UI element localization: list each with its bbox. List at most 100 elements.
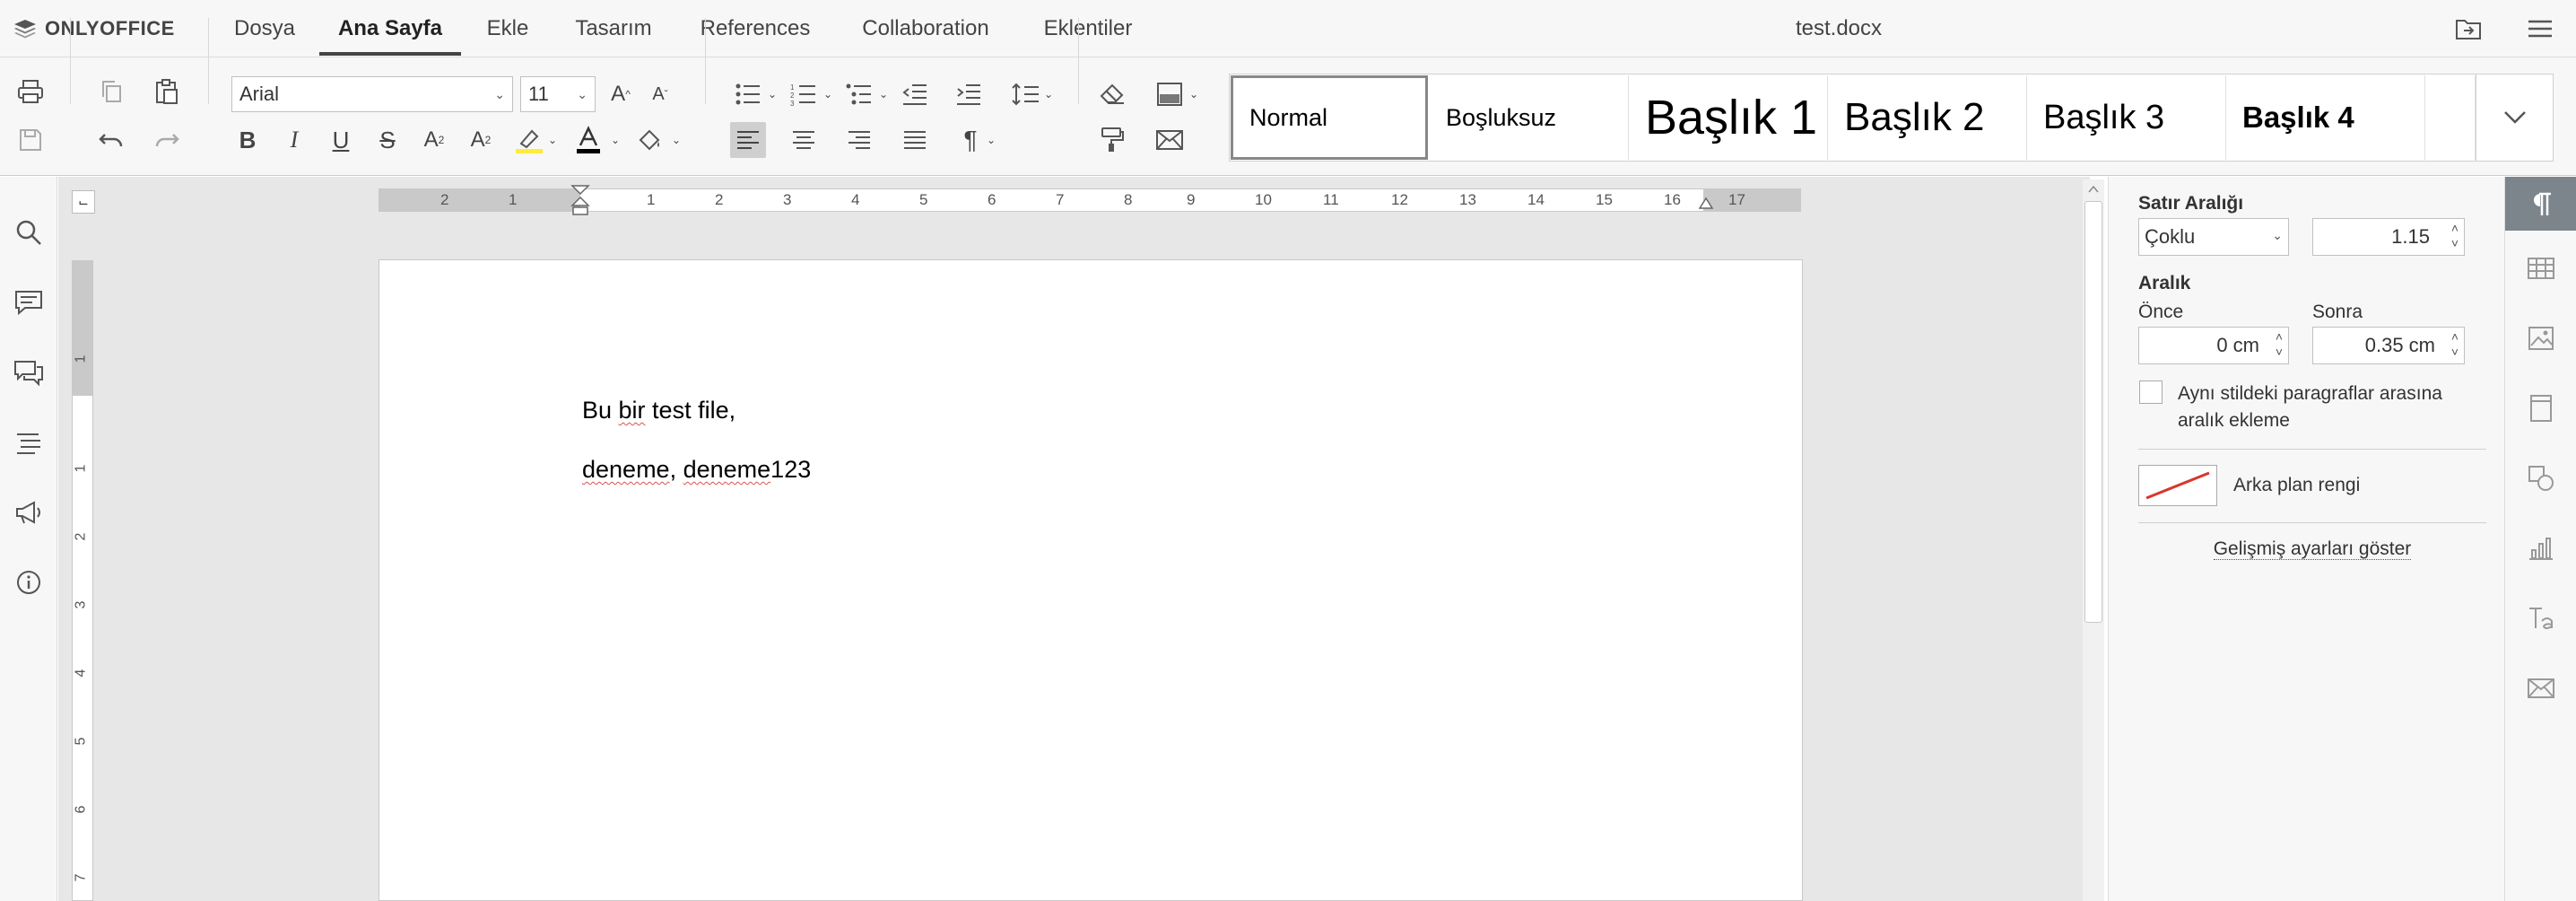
document-page[interactable]: Bu bir test file, deneme, deneme123 [379,259,1803,901]
paste-icon[interactable] [149,74,185,109]
paragraph-settings-icon[interactable] [2505,177,2576,231]
tab-collaboration[interactable]: Collaboration [849,0,1003,56]
shading-table-icon[interactable] [1152,76,1188,112]
bullet-list-icon[interactable] [730,76,766,112]
tab-eklentiler[interactable]: Eklentiler [1030,0,1146,56]
font-name-select[interactable]: Arial ⌄ [231,76,513,112]
background-color-picker[interactable] [2138,465,2217,506]
feedback-megaphone-icon[interactable] [9,493,48,532]
style-heading-2[interactable]: Başlık 2 [1828,75,2027,160]
vertical-ruler[interactable]: 1 1 2 3 4 5 6 7 [72,260,93,901]
header-footer-settings-icon[interactable] [2505,381,2576,435]
style-heading-3[interactable]: Başlık 3 [2027,75,2226,160]
same-style-spacing-checkbox[interactable] [2139,381,2163,404]
undo-icon[interactable] [93,122,129,158]
highlight-color-icon[interactable] [511,122,547,158]
ruler-label: 7 [1056,191,1065,208]
style-empty-slot[interactable] [2425,75,2476,160]
align-center-icon[interactable] [786,122,822,158]
line-spacing-icon[interactable] [1008,76,1044,112]
style-heading-4[interactable]: Başlık 4 [2226,75,2425,160]
style-normal[interactable]: Normal [1231,75,1428,160]
chevron-down-icon[interactable]: ⌄ [667,122,685,158]
tab-dosya[interactable]: Dosya [215,0,314,56]
redo-icon[interactable] [149,122,185,158]
table-settings-icon[interactable] [2505,241,2576,295]
line-spacing-mode-select[interactable]: Çoklu ⌄ [2138,218,2289,256]
style-heading-1[interactable]: Başlık 1 [1629,75,1828,160]
chevron-down-icon[interactable]: ⌄ [544,122,561,158]
font-color-icon[interactable] [570,122,606,158]
underline-icon[interactable]: U [323,122,359,158]
navigation-headings-icon[interactable] [9,423,48,462]
open-file-location-icon[interactable] [2452,13,2485,45]
italic-icon[interactable]: I [276,122,312,158]
spinner-arrows-icon[interactable]: ˄ ˅ [2451,221,2459,251]
indent-marker-icon[interactable] [570,184,591,220]
style-no-spacing[interactable]: Boşluksuz [1430,75,1629,160]
chart-settings-icon[interactable] [2505,521,2576,575]
chevron-down-icon[interactable]: ⌄ [820,76,836,112]
advanced-settings-link[interactable]: Gelişmiş ayarları göster [2138,538,2486,560]
misspelled-word[interactable]: deneme [683,456,771,483]
document-paragraph-1[interactable]: Bu bir test file, [582,397,735,424]
align-left-icon[interactable] [730,122,766,158]
decrease-font-size-icon[interactable]: Aˇ [642,76,678,112]
increase-indent-icon[interactable] [951,76,987,112]
bold-icon[interactable]: B [230,122,265,158]
tab-ekle[interactable]: Ekle [470,0,545,56]
mail-merge-icon[interactable] [1152,122,1188,158]
spacing-after-input[interactable]: 0.35 cm ˄ ˅ [2312,327,2465,364]
horizontal-ruler[interactable]: 2 1 1 2 3 4 5 6 7 8 9 10 11 12 13 14 15 … [379,185,1801,215]
tab-stop-selector[interactable]: ⌙ [72,190,95,214]
hamburger-menu-icon[interactable] [2524,13,2556,45]
justify-icon[interactable] [897,122,933,158]
about-info-icon[interactable] [9,563,48,602]
align-right-icon[interactable] [841,122,877,158]
vertical-scrollbar[interactable] [2083,179,2104,901]
clear-style-eraser-icon[interactable] [1094,76,1130,112]
spacing-before-input[interactable]: 0 cm ˄ ˅ [2138,327,2289,364]
misspelled-word[interactable]: bir [619,397,646,424]
subscript-icon[interactable]: A2 [463,122,499,158]
right-indent-marker-icon[interactable] [1698,197,1714,211]
multilevel-list-icon[interactable] [841,76,877,112]
misspelled-word[interactable]: deneme [582,456,670,483]
numbered-list-icon[interactable]: 123 [786,76,822,112]
chevron-down-icon[interactable]: ⌄ [983,122,999,158]
superscript-icon[interactable]: A2 [416,122,452,158]
strikethrough-icon[interactable]: S [370,122,405,158]
chevron-down-icon[interactable]: ⌄ [875,76,892,112]
decrease-indent-icon[interactable] [897,76,933,112]
chevron-down-icon[interactable]: ⌄ [606,122,624,158]
copy-icon[interactable] [93,74,129,109]
spinner-arrows-icon[interactable]: ˄ ˅ [2276,329,2283,360]
mail-merge-settings-icon[interactable] [2505,661,2576,715]
line-spacing-value-input[interactable]: 1.15 ˄ ˅ [2312,218,2465,256]
print-icon[interactable] [13,74,48,109]
font-size-select[interactable]: 11 ⌄ [520,76,596,112]
save-icon[interactable] [13,122,48,158]
tab-references[interactable]: References [685,0,825,56]
styles-more-chevron-icon[interactable] [2476,74,2553,162]
chevron-down-icon[interactable]: ⌄ [764,76,780,112]
text-art-settings-icon[interactable] [2505,591,2576,645]
increase-font-size-icon[interactable]: A ^ [603,76,639,112]
spinner-arrows-icon[interactable]: ˄ ˅ [2451,329,2459,360]
tab-ana-sayfa[interactable]: Ana Sayfa [319,0,461,56]
paragraph-shading-icon[interactable] [631,122,667,158]
comments-icon[interactable] [9,283,48,322]
chevron-down-icon[interactable]: ⌄ [1040,76,1057,112]
document-paragraph-2[interactable]: deneme, deneme123 [582,456,811,484]
scroll-up-arrow-icon[interactable] [2088,185,2099,194]
svg-text:2: 2 [790,92,795,100]
search-icon[interactable] [9,213,48,252]
chevron-down-icon[interactable]: ⌄ [1186,76,1202,112]
chat-icon[interactable] [9,353,48,392]
tab-tasarim[interactable]: Tasarım [560,0,667,56]
copy-style-icon[interactable] [1094,122,1130,158]
shape-settings-icon[interactable] [2505,451,2576,505]
toolbar-separator [1078,18,1079,104]
image-settings-icon[interactable] [2505,311,2576,365]
scrollbar-thumb[interactable] [2084,201,2102,623]
